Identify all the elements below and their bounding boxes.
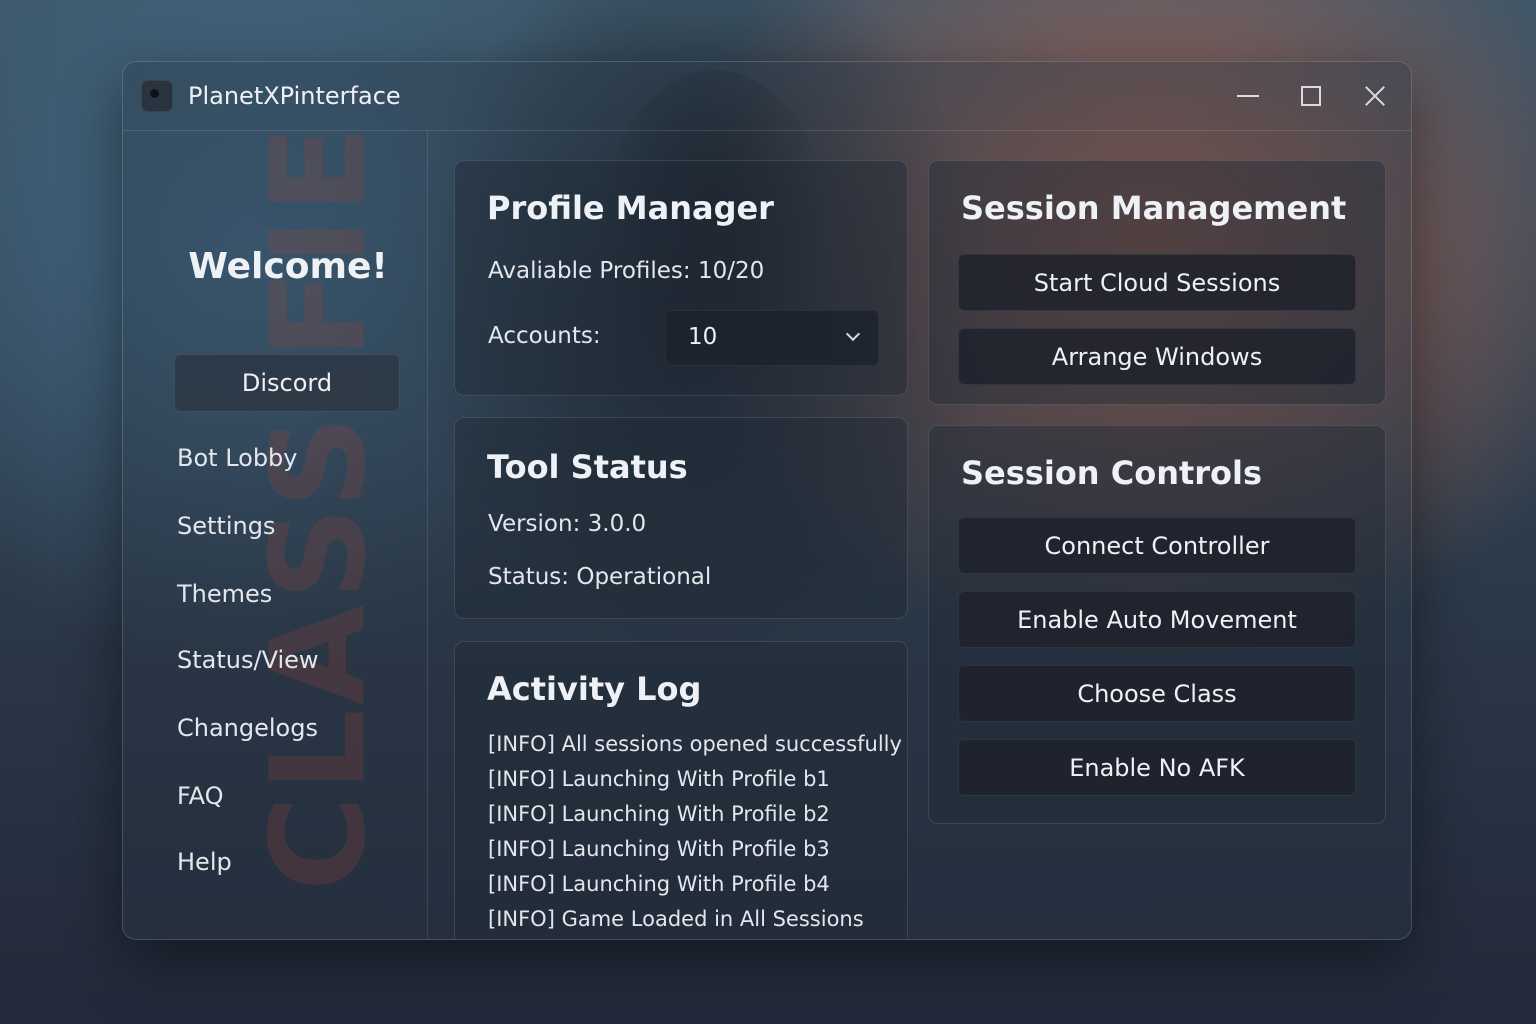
tool-status-panel: Tool Status Version: 3.0.0 Status: Opera… [454, 417, 908, 619]
accounts-select-value: 10 [688, 324, 718, 350]
arrange-windows-button[interactable]: Arrange Windows [958, 328, 1356, 385]
sidebar-item-themes[interactable]: Themes [177, 580, 272, 608]
start-cloud-sessions-button[interactable]: Start Cloud Sessions [958, 254, 1356, 311]
activity-log-panel: Activity Log [INFO] All sessions opened … [454, 641, 908, 939]
sidebar: CLASSIFIE Welcome! Discord Bot Lobby Set… [123, 121, 428, 939]
watermark-text: CLASSIFIE [242, 120, 394, 892]
log-line: [INFO] Launching With Profile b4 [488, 872, 830, 896]
version-text: Version: 3.0.0 [488, 511, 647, 537]
chevron-down-icon [845, 326, 861, 342]
sidebar-item-settings[interactable]: Settings [177, 512, 275, 540]
sidebar-item-help[interactable]: Help [177, 848, 232, 876]
accounts-label: Accounts: [488, 323, 601, 349]
status-text: Status: Operational [488, 564, 712, 590]
window-title: PlanetXPinterface [188, 82, 401, 110]
log-line: [INFO] All sessions opened successfully [488, 732, 902, 756]
choose-class-button[interactable]: Choose Class [958, 665, 1356, 722]
connect-controller-button[interactable]: Connect Controller [958, 517, 1356, 574]
discord-button[interactable]: Discord [174, 354, 400, 412]
sidebar-item-bot-lobby[interactable]: Bot Lobby [177, 444, 298, 472]
minimize-button[interactable] [1228, 76, 1268, 116]
session-management-panel: Session Management Start Cloud Sessions … [928, 160, 1386, 405]
app-window: PlanetXPinterface CLASSIFIE Welcome! Dis… [122, 61, 1412, 940]
available-profiles-text: Avaliable Profiles: 10/20 [488, 258, 765, 284]
sidebar-item-faq[interactable]: FAQ [177, 782, 224, 810]
profile-manager-panel: Profile Manager Avaliable Profiles: 10/2… [454, 160, 908, 396]
log-line: [INFO] Launching With Profile b1 [488, 767, 830, 791]
log-line: [INFO] Launching With Profile b3 [488, 837, 830, 861]
close-icon [1364, 85, 1386, 107]
maximize-icon [1301, 86, 1321, 106]
maximize-button[interactable] [1291, 76, 1331, 116]
close-button[interactable] [1355, 76, 1395, 116]
enable-no-afk-button[interactable]: Enable No AFK [958, 739, 1356, 796]
log-line: [INFO] Launching With Profile b2 [488, 802, 830, 826]
log-line: [INFO] Game Loaded in All Sessions [488, 907, 864, 931]
sidebar-item-status-view[interactable]: Status/View [177, 646, 319, 674]
profile-manager-title: Profile Manager [487, 189, 774, 227]
session-controls-title: Session Controls [961, 454, 1263, 492]
session-controls-panel: Session Controls Connect Controller Enab… [928, 425, 1386, 824]
welcome-heading: Welcome! [188, 246, 388, 287]
app-icon [141, 80, 173, 112]
activity-log-title: Activity Log [487, 670, 702, 708]
accounts-select[interactable]: 10 [665, 310, 879, 366]
enable-auto-movement-button[interactable]: Enable Auto Movement [958, 591, 1356, 648]
session-management-title: Session Management [961, 189, 1347, 227]
sidebar-item-changelogs[interactable]: Changelogs [177, 714, 318, 742]
tool-status-title: Tool Status [487, 448, 688, 486]
minimize-icon [1237, 95, 1259, 97]
